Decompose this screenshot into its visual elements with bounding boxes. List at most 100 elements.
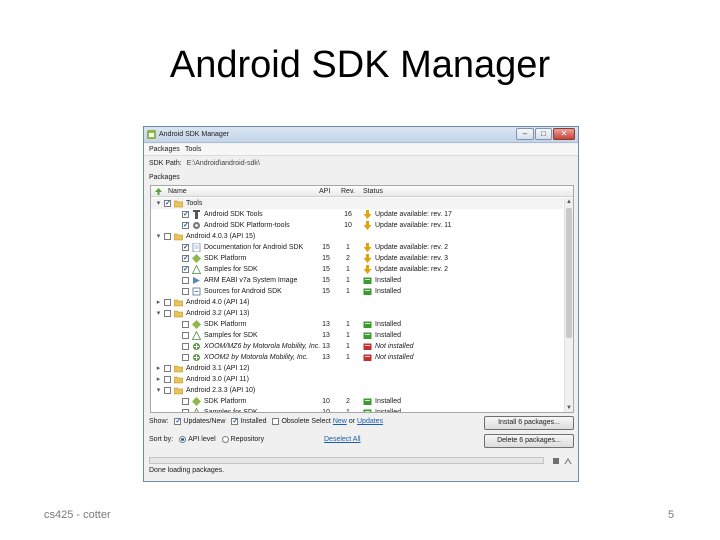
row-checkbox[interactable]: [182, 343, 189, 350]
column-api-header[interactable]: API: [319, 188, 330, 195]
row-checkbox[interactable]: ✓: [164, 200, 171, 207]
table-row[interactable]: Sources for Android SDK 15 1 Installed: [151, 286, 563, 297]
row-checkbox[interactable]: ✓: [182, 255, 189, 262]
table-row[interactable]: ▸ Android 3.0 (API 11): [151, 374, 563, 385]
row-checkbox[interactable]: [164, 299, 171, 306]
installed-icon: [363, 277, 372, 284]
table-row[interactable]: ▸ Android 4.0 (API 14): [151, 297, 563, 308]
sort-row: Sort by: API level Repository: [149, 436, 264, 443]
row-checkbox[interactable]: [164, 376, 171, 383]
table-body: ▾ ✓ Tools ✓ Android SDK Tools 16 Update availa…: [151, 198, 563, 412]
table-row[interactable]: Samples for SDK 10 1 Installed: [151, 407, 563, 412]
menu-bar: Packages Tools: [144, 144, 578, 156]
table-row[interactable]: SDK Platform 13 1 Installed: [151, 319, 563, 330]
expand-toggle-icon[interactable]: ▾: [155, 233, 162, 240]
sdk-path-label: SDK Path:: [149, 160, 182, 167]
table-row[interactable]: XOOM/MZ6 by Motorola Mobility, Inc. 13 1 No…: [151, 341, 563, 352]
table-row[interactable]: ✓ Android SDK Platform-tools 10 Update avai…: [151, 220, 563, 231]
log-icon[interactable]: [564, 457, 572, 465]
sources-icon: [192, 287, 201, 296]
column-status-header[interactable]: Status: [363, 188, 383, 195]
delete-packages-button[interactable]: Delete 6 packages...: [484, 434, 574, 448]
install-packages-button[interactable]: Install 6 packages...: [484, 416, 574, 430]
table-scrollbar[interactable]: ▲ ▼: [564, 198, 573, 412]
select-new-link[interactable]: New: [333, 418, 347, 425]
expand-toggle-icon[interactable]: ▾: [155, 200, 162, 207]
expand-toggle-icon[interactable]: ▾: [155, 310, 162, 317]
footer-course: cs425 - cotter: [44, 509, 111, 521]
table-row[interactable]: Samples for SDK 13 1 Installed: [151, 330, 563, 341]
menu-tools[interactable]: Tools: [185, 146, 201, 153]
package-api: 15: [322, 277, 330, 284]
table-row[interactable]: ✓ Samples for SDK 15 1 Update available: rev…: [151, 264, 563, 275]
deselect-all-link[interactable]: Deselect All: [324, 436, 361, 443]
column-name-header[interactable]: Name: [168, 188, 187, 195]
table-row[interactable]: SDK Platform 10 2 Installed: [151, 396, 563, 407]
expand-toggle-icon[interactable]: ▾: [155, 387, 162, 394]
row-checkbox[interactable]: [182, 409, 189, 412]
table-row[interactable]: ▾ ✓ Tools: [151, 198, 563, 209]
stop-icon[interactable]: [553, 458, 559, 464]
row-checkbox[interactable]: [182, 277, 189, 284]
sort-repository-label: Repository: [230, 436, 265, 443]
table-row[interactable]: ▾ Android 2.3.3 (API 10): [151, 385, 563, 396]
folder-icon: [174, 365, 183, 373]
column-rev-header[interactable]: Rev.: [341, 188, 355, 195]
row-checkbox[interactable]: ✓: [182, 244, 189, 251]
table-row[interactable]: ▸ Android 3.1 (API 12): [151, 363, 563, 374]
table-row[interactable]: ▾ Android 3.2 (API 13): [151, 308, 563, 319]
page-number: 5: [668, 509, 675, 521]
table-row[interactable]: XOOM2 by Motorola Mobility, Inc. 13 1 Not i…: [151, 352, 563, 363]
maximize-button[interactable]: □: [535, 128, 552, 140]
package-status: Update available: rev. 2: [375, 244, 449, 251]
sort-arrow-icon[interactable]: [155, 188, 162, 195]
menu-packages[interactable]: Packages: [149, 146, 180, 153]
close-button[interactable]: ✕: [553, 128, 575, 140]
row-checkbox[interactable]: [182, 398, 189, 405]
expand-toggle-icon[interactable]: ▸: [155, 299, 162, 306]
packages-table: Name API Rev. Status ▾ ✓ Tools ✓ Android SDK…: [150, 185, 574, 413]
installed-checkbox[interactable]: ✓: [231, 418, 239, 425]
row-checkbox[interactable]: [164, 310, 171, 317]
obsolete-checkbox[interactable]: [272, 418, 280, 425]
table-row[interactable]: ✓ SDK Platform 15 2 Update available: rev. 3: [151, 253, 563, 264]
folder-icon: [174, 200, 183, 208]
row-checkbox[interactable]: [164, 233, 171, 240]
scroll-up-icon[interactable]: ▲: [565, 198, 573, 206]
row-checkbox[interactable]: [182, 354, 189, 361]
table-row[interactable]: ▾ Android 4.0.3 (API 15): [151, 231, 563, 242]
package-name: Android 2.3.3 (API 10): [186, 387, 256, 394]
updates-new-checkbox[interactable]: ✓: [174, 418, 182, 425]
package-api: 13: [322, 354, 330, 361]
table-row[interactable]: ✓ Documentation for Android SDK 15 1 Update …: [151, 242, 563, 253]
select-updates-link[interactable]: Updates: [357, 418, 383, 425]
package-status: Update available: rev. 11: [375, 222, 452, 229]
package-name: SDK Platform: [204, 398, 247, 405]
packages-label: Packages: [149, 174, 180, 181]
table-row[interactable]: ARM EABI v7a System Image 15 1 Installed: [151, 275, 563, 286]
row-checkbox[interactable]: ✓: [182, 211, 189, 218]
expand-toggle-icon[interactable]: ▸: [155, 376, 162, 383]
row-checkbox[interactable]: [182, 332, 189, 339]
row-checkbox[interactable]: [164, 365, 171, 372]
expand-toggle-icon[interactable]: ▸: [155, 365, 162, 372]
row-checkbox[interactable]: [182, 288, 189, 295]
scroll-down-icon[interactable]: ▼: [565, 404, 573, 412]
slide-title: Android SDK Manager: [169, 44, 551, 86]
row-checkbox[interactable]: ✓: [182, 266, 189, 273]
package-status: Installed: [375, 321, 402, 328]
table-row[interactable]: ✓ Android SDK Tools 16 Update available: re…: [151, 209, 563, 220]
sort-api-level-radio[interactable]: [179, 436, 187, 443]
minimize-button[interactable]: –: [516, 128, 534, 140]
installed-icon: [363, 409, 372, 412]
row-checkbox[interactable]: [182, 321, 189, 328]
platform-tools-icon: [193, 222, 200, 229]
package-api: 13: [322, 332, 330, 339]
row-checkbox[interactable]: [164, 387, 171, 394]
package-name: SDK Platform: [204, 321, 247, 328]
row-checkbox[interactable]: ✓: [182, 222, 189, 229]
obsolete-label: Obsolete: [281, 418, 310, 425]
scroll-thumb[interactable]: [566, 208, 572, 338]
folder-icon: [174, 233, 183, 241]
sort-repository-radio[interactable]: [221, 436, 229, 443]
